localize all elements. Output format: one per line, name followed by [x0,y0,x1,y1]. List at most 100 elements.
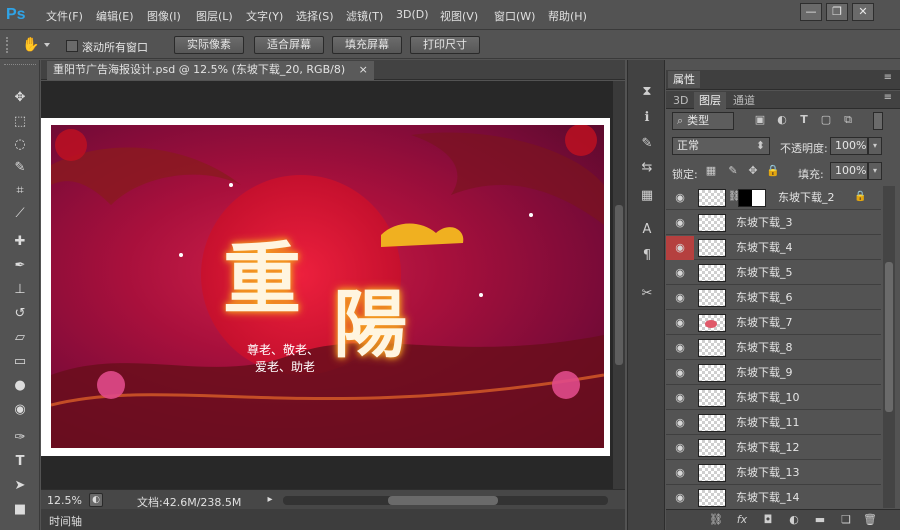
eraser-tool-icon[interactable]: ▱ [9,328,31,348]
layer-row[interactable]: ◉ 东坡下载_11 [666,411,881,435]
filter-smart-object-icon[interactable]: ⧉ [840,113,856,129]
filter-type-icon[interactable]: T [796,113,812,129]
layer-row[interactable]: ◉ 东坡下载_12 [666,436,881,460]
opacity-input[interactable]: 100% [830,137,868,155]
eye-icon[interactable]: ◉ [666,261,694,285]
status-menu-icon[interactable]: ▸ [263,493,277,507]
status-info-icon[interactable]: ◐ [89,493,103,507]
close-tab-icon[interactable]: × [359,63,368,76]
layer-row[interactable]: ◉ 东坡下载_8 [666,336,881,360]
filter-adjustment-icon[interactable]: ◐ [774,113,790,129]
eye-icon[interactable]: ◉ [666,286,694,310]
blend-mode-select[interactable]: 正常 ⬍ [672,137,770,155]
zoom-level[interactable]: 12.5% [47,494,82,507]
actual-pixels-button[interactable]: 实际像素 [174,36,244,54]
layer-style-icon[interactable]: fx [734,513,750,527]
layer-row[interactable]: ◉ 东坡下载_4 [666,236,881,260]
tool-presets-icon[interactable]: ✎ [637,134,657,154]
menu-view[interactable]: 视图(V) [440,8,478,24]
history-icon[interactable]: ⧗ [637,82,657,102]
eye-icon[interactable]: ◉ [666,211,694,235]
menu-filter[interactable]: 滤镜(T) [346,8,383,24]
quick-select-tool-icon[interactable]: ✎ [9,158,31,178]
lasso-tool-icon[interactable]: ◌ [9,135,31,155]
fill-dropdown-icon[interactable]: ▾ [868,162,882,180]
histogram-icon[interactable]: ▦ [637,186,657,206]
chevron-down-icon[interactable] [44,43,50,47]
new-layer-icon[interactable]: ❏ [838,513,854,527]
fit-screen-button[interactable]: 适合屏幕 [254,36,324,54]
eye-icon[interactable]: ◉ [666,386,694,410]
tab-properties[interactable]: 属性 [668,71,700,88]
move-tool-icon[interactable]: ✥ [9,88,31,108]
eye-icon[interactable]: ◉ [666,461,694,485]
toolbar-grip[interactable] [4,64,36,70]
lock-all-icon[interactable]: 🔒 [766,164,780,178]
menu-layer[interactable]: 图层(L) [196,8,233,24]
fill-screen-button[interactable]: 填充屏幕 [332,36,402,54]
eye-icon[interactable]: ◉ [666,361,694,385]
horizontal-scroll-thumb[interactable] [388,496,498,505]
adjustments-icon[interactable]: ⇆ [637,158,657,178]
layer-row[interactable]: ◉ 东坡下载_3 [666,211,881,235]
opacity-dropdown-icon[interactable]: ▾ [868,137,882,155]
layers-menu-icon[interactable]: ≡ [884,92,892,103]
gradient-tool-icon[interactable]: ▭ [9,352,31,372]
info-icon[interactable]: ℹ [637,108,657,128]
add-mask-icon[interactable]: ◘ [760,513,776,527]
eye-icon[interactable]: ◉ [666,236,694,260]
filter-kind-select[interactable]: ⌕ 类型 [672,112,734,130]
tools-settings-icon[interactable]: ✂ [637,284,657,304]
link-layers-icon[interactable]: ⛓ [708,513,724,527]
layer-row[interactable]: ◉ 东坡下载_9 [666,361,881,385]
filter-pixel-icon[interactable]: ▣ [752,113,768,129]
character-icon[interactable]: A [637,220,657,240]
layer-row[interactable]: ◉ 东坡下载_14 [666,486,881,508]
menu-image[interactable]: 图像(I) [147,8,181,24]
fill-input[interactable]: 100% [830,162,868,180]
filter-toggle[interactable] [873,112,883,130]
tab-layers[interactable]: 图层 [694,92,726,109]
paragraph-icon[interactable]: ¶ [637,246,657,266]
delete-layer-icon[interactable]: 🗑 [862,513,878,527]
menu-type[interactable]: 文字(Y) [246,8,283,24]
eye-icon[interactable]: ◉ [666,336,694,360]
new-group-icon[interactable]: ▬ [812,513,828,527]
vertical-scroll-thumb[interactable] [615,205,623,365]
path-select-tool-icon[interactable]: ➤ [9,476,31,496]
minimize-button[interactable]: — [800,3,822,21]
lock-transparent-icon[interactable]: ▦ [704,164,718,178]
marquee-tool-icon[interactable]: ⬚ [9,112,31,132]
menu-help[interactable]: 帮助(H) [548,8,587,24]
restore-button[interactable]: ❐ [826,3,848,21]
dodge-tool-icon[interactable]: ◉ [9,400,31,420]
layers-scroll-thumb[interactable] [885,262,893,412]
layer-row[interactable]: ◉ 东坡下载_13 [666,461,881,485]
layer-row[interactable]: ◉ 东坡下载_6 [666,286,881,310]
tab-channels[interactable]: 通道 [728,92,760,109]
print-size-button[interactable]: 打印尺寸 [410,36,480,54]
eye-icon[interactable]: ◉ [666,311,694,335]
eye-icon[interactable]: ◉ [666,411,694,435]
type-tool-icon[interactable]: T [9,452,31,472]
adjustment-layer-icon[interactable]: ◐ [786,513,802,527]
poster-artwork[interactable]: 重 陽 尊老、敬老、 爱老、助老 [51,125,604,448]
layer-row[interactable]: ◉ 东坡下载_10 [666,386,881,410]
timeline-bar[interactable]: 时间轴 [41,509,625,530]
grip-handle[interactable] [6,37,10,53]
menu-select[interactable]: 选择(S) [296,8,334,24]
menu-edit[interactable]: 编辑(E) [96,8,134,24]
menu-file[interactable]: 文件(F) [46,8,83,24]
layer-row[interactable]: ◉ 东坡下载_7 [666,311,881,335]
panel-menu-icon[interactable]: ≡ [884,72,892,83]
pen-tool-icon[interactable]: ✑ [9,428,31,448]
lock-position-icon[interactable]: ✥ [746,164,760,178]
healing-brush-tool-icon[interactable]: ✚ [9,232,31,252]
menu-window[interactable]: 窗口(W) [494,8,535,24]
clone-stamp-tool-icon[interactable]: ⊥ [9,280,31,300]
blur-tool-icon[interactable]: ● [9,376,31,396]
layer-row[interactable]: ◉ ⛓ 东坡下载_2 🔒 [666,186,881,210]
scroll-all-windows-checkbox[interactable] [66,40,78,52]
eye-icon[interactable]: ◉ [666,436,694,460]
lock-pixels-icon[interactable]: ✎ [726,164,740,178]
